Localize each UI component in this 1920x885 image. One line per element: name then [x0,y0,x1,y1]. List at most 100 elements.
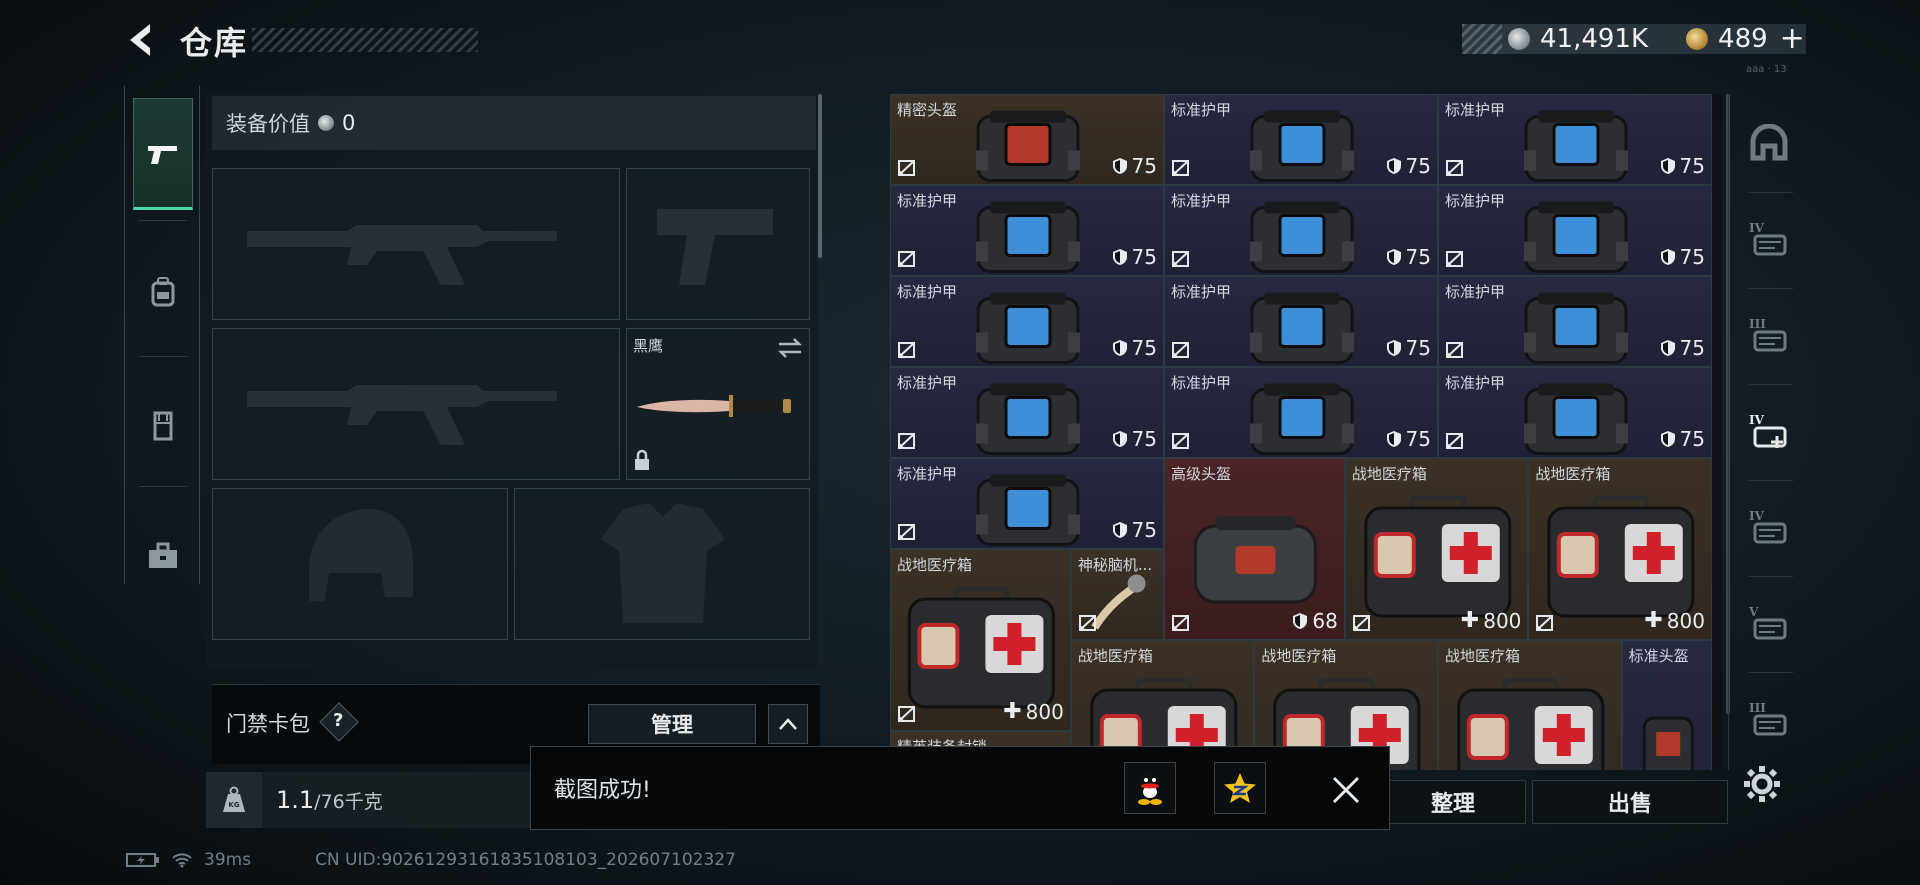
tab-backpack[interactable] [133,236,193,348]
armor-shield-icon [1660,158,1675,174]
item-durability-value: 75 [1679,427,1705,451]
item-durability: 75 [1112,336,1157,360]
battery-icon [126,853,159,867]
currency-bar: 41,491K 489 + [1462,24,1806,54]
helmet-slot[interactable] [212,488,508,640]
vest-iv-filter-button[interactable]: IV [1741,500,1797,556]
item-name: 精密头盔 [897,101,958,119]
tab-toolbox[interactable] [133,500,193,612]
uid-text: CN UID:9026129316183510​8103_20260710232… [315,850,736,870]
armor-shield-icon [1660,431,1675,447]
inventory-item[interactable]: 标准头盔 [1621,640,1712,770]
secondary-weapon-slot[interactable] [212,328,620,480]
item-name: 战地医疗箱 [1351,465,1427,483]
item-durability-value: 75 [1679,245,1705,269]
item-name: 战地医疗箱 [1261,647,1337,665]
inventory-item[interactable]: 标准护甲 75 [1164,367,1438,458]
vest-v-filter-button[interactable]: V [1741,596,1797,652]
gold-coin-icon [1686,28,1709,50]
inventory-grid: 精密头盔 75 标准护甲 75 标准护甲 75 标准护甲 75 标准护甲 75 标准护甲 75 标准护甲… [890,94,1722,770]
sort-button[interactable]: 整理 [1380,780,1526,824]
filter-separator [1749,384,1793,385]
weight-icon: KG [223,786,245,812]
armor-iv-filter-button[interactable]: IV [1741,212,1797,268]
filter-bar: IV III IV IV V III [1728,94,1798,770]
inventory-item[interactable]: 标准护甲 75 [1164,185,1438,276]
inventory-item[interactable]: 标准护甲 75 [1164,94,1438,185]
filter-tier-label: III [1749,701,1766,715]
item-name: 标准护甲 [1171,192,1232,210]
swap-icon[interactable] [777,337,803,359]
item-durability: 75 [1660,427,1705,451]
armor-iii-filter-button[interactable]: III [1741,308,1797,364]
pistol-icon [148,146,177,164]
inventory-item[interactable]: 标准护甲 75 [890,276,1164,367]
inventory-item[interactable]: 战地医疗箱 ✚ 800 [1528,458,1712,640]
inventory-item[interactable]: 战地医疗箱 [1438,640,1622,770]
inventory-item[interactable]: 标准护甲 75 [1438,185,1712,276]
inventory-item[interactable]: 标准护甲 75 [1164,276,1438,367]
gun-iii-filter-button[interactable]: III [1741,692,1797,748]
back-button[interactable] [124,20,160,60]
rifle-silhouette-icon [247,225,557,285]
item-durability: 75 [1112,427,1157,451]
inventory-item[interactable]: 标准护甲 75 [1438,276,1712,367]
inventory-item[interactable]: 神秘脑机... [1070,549,1164,640]
armor-iv-filter-icon: IV [1749,221,1787,256]
share-qq-button[interactable] [1124,762,1176,814]
filter-tier-label: IV [1749,221,1765,235]
share-qzone-button[interactable] [1214,762,1266,814]
unmarked-flag-icon [1078,615,1096,631]
inventory-item[interactable]: 精密头盔 75 [890,94,1164,185]
heal-plus-icon: ✚ [1644,608,1663,633]
melee-slot[interactable]: 黑鹰 [626,328,810,480]
inventory-item[interactable]: 标准护甲 75 [890,367,1164,458]
tab-weapons[interactable] [133,98,193,210]
equipment-scrollbar[interactable] [818,94,822,258]
armor-shield-icon [1660,340,1675,356]
filter-tier-label: V [1748,605,1759,619]
sell-button[interactable]: 出售 [1532,780,1728,824]
weight-max: /76千克 [314,791,383,813]
manage-button[interactable]: 管理 [588,704,756,744]
item-durability-value: 75 [1131,518,1157,542]
medkit-iv-filter-button[interactable]: IV [1741,404,1797,460]
chest-rig-icon [153,411,173,441]
inventory-item[interactable]: 战地医疗箱 ✚ 800 [1344,458,1529,640]
item-name: 标准头盔 [1628,647,1689,665]
inventory-item[interactable]: 战地医疗箱 ✚ 800 [890,549,1071,731]
armor-iii-filter-icon: III [1749,317,1787,352]
armor-silhouette-icon [601,503,725,623]
inventory-item[interactable]: 标准护甲 75 [1438,367,1712,458]
primary-weapon-slot[interactable] [212,168,620,320]
add-gold-button[interactable]: + [1780,24,1805,54]
qzone-star-icon [1224,773,1256,803]
armor-shield-icon [1112,340,1127,356]
body-armor-slot[interactable] [514,488,810,640]
helmet-filter-icon [1750,124,1788,161]
close-icon[interactable] [1326,770,1366,810]
inventory-item[interactable]: 标准护甲 75 [1438,94,1712,185]
settings-gear-icon[interactable] [1742,764,1782,804]
inventory-item[interactable]: 标准护甲 75 [890,458,1164,549]
unmarked-flag-icon [898,342,915,358]
item-name: 标准护甲 [1445,283,1506,301]
backpack-icon [151,277,175,307]
item-name: 标准护甲 [1171,374,1232,392]
inventory-item[interactable]: 高级头盔 68 [1164,458,1345,640]
helmet-filter-button[interactable] [1741,116,1797,172]
item-name: 标准护甲 [897,465,958,483]
armor-shield-icon [1112,249,1127,265]
filter-tier-label: IV [1749,413,1765,427]
filter-tier-label: III [1749,317,1766,331]
item-name: 标准护甲 [1445,374,1506,392]
item-name: 战地医疗箱 [1077,647,1153,665]
equipment-value: 0 [342,111,356,135]
unmarked-flag-icon [898,433,915,449]
inventory-item[interactable]: 标准护甲 75 [890,185,1164,276]
pistol-slot[interactable] [626,168,810,320]
help-icon[interactable]: ? [333,710,343,731]
item-durability: ✚ 800 [1461,608,1522,633]
tab-chest-rig[interactable] [133,370,193,482]
collapse-button[interactable] [768,704,808,744]
